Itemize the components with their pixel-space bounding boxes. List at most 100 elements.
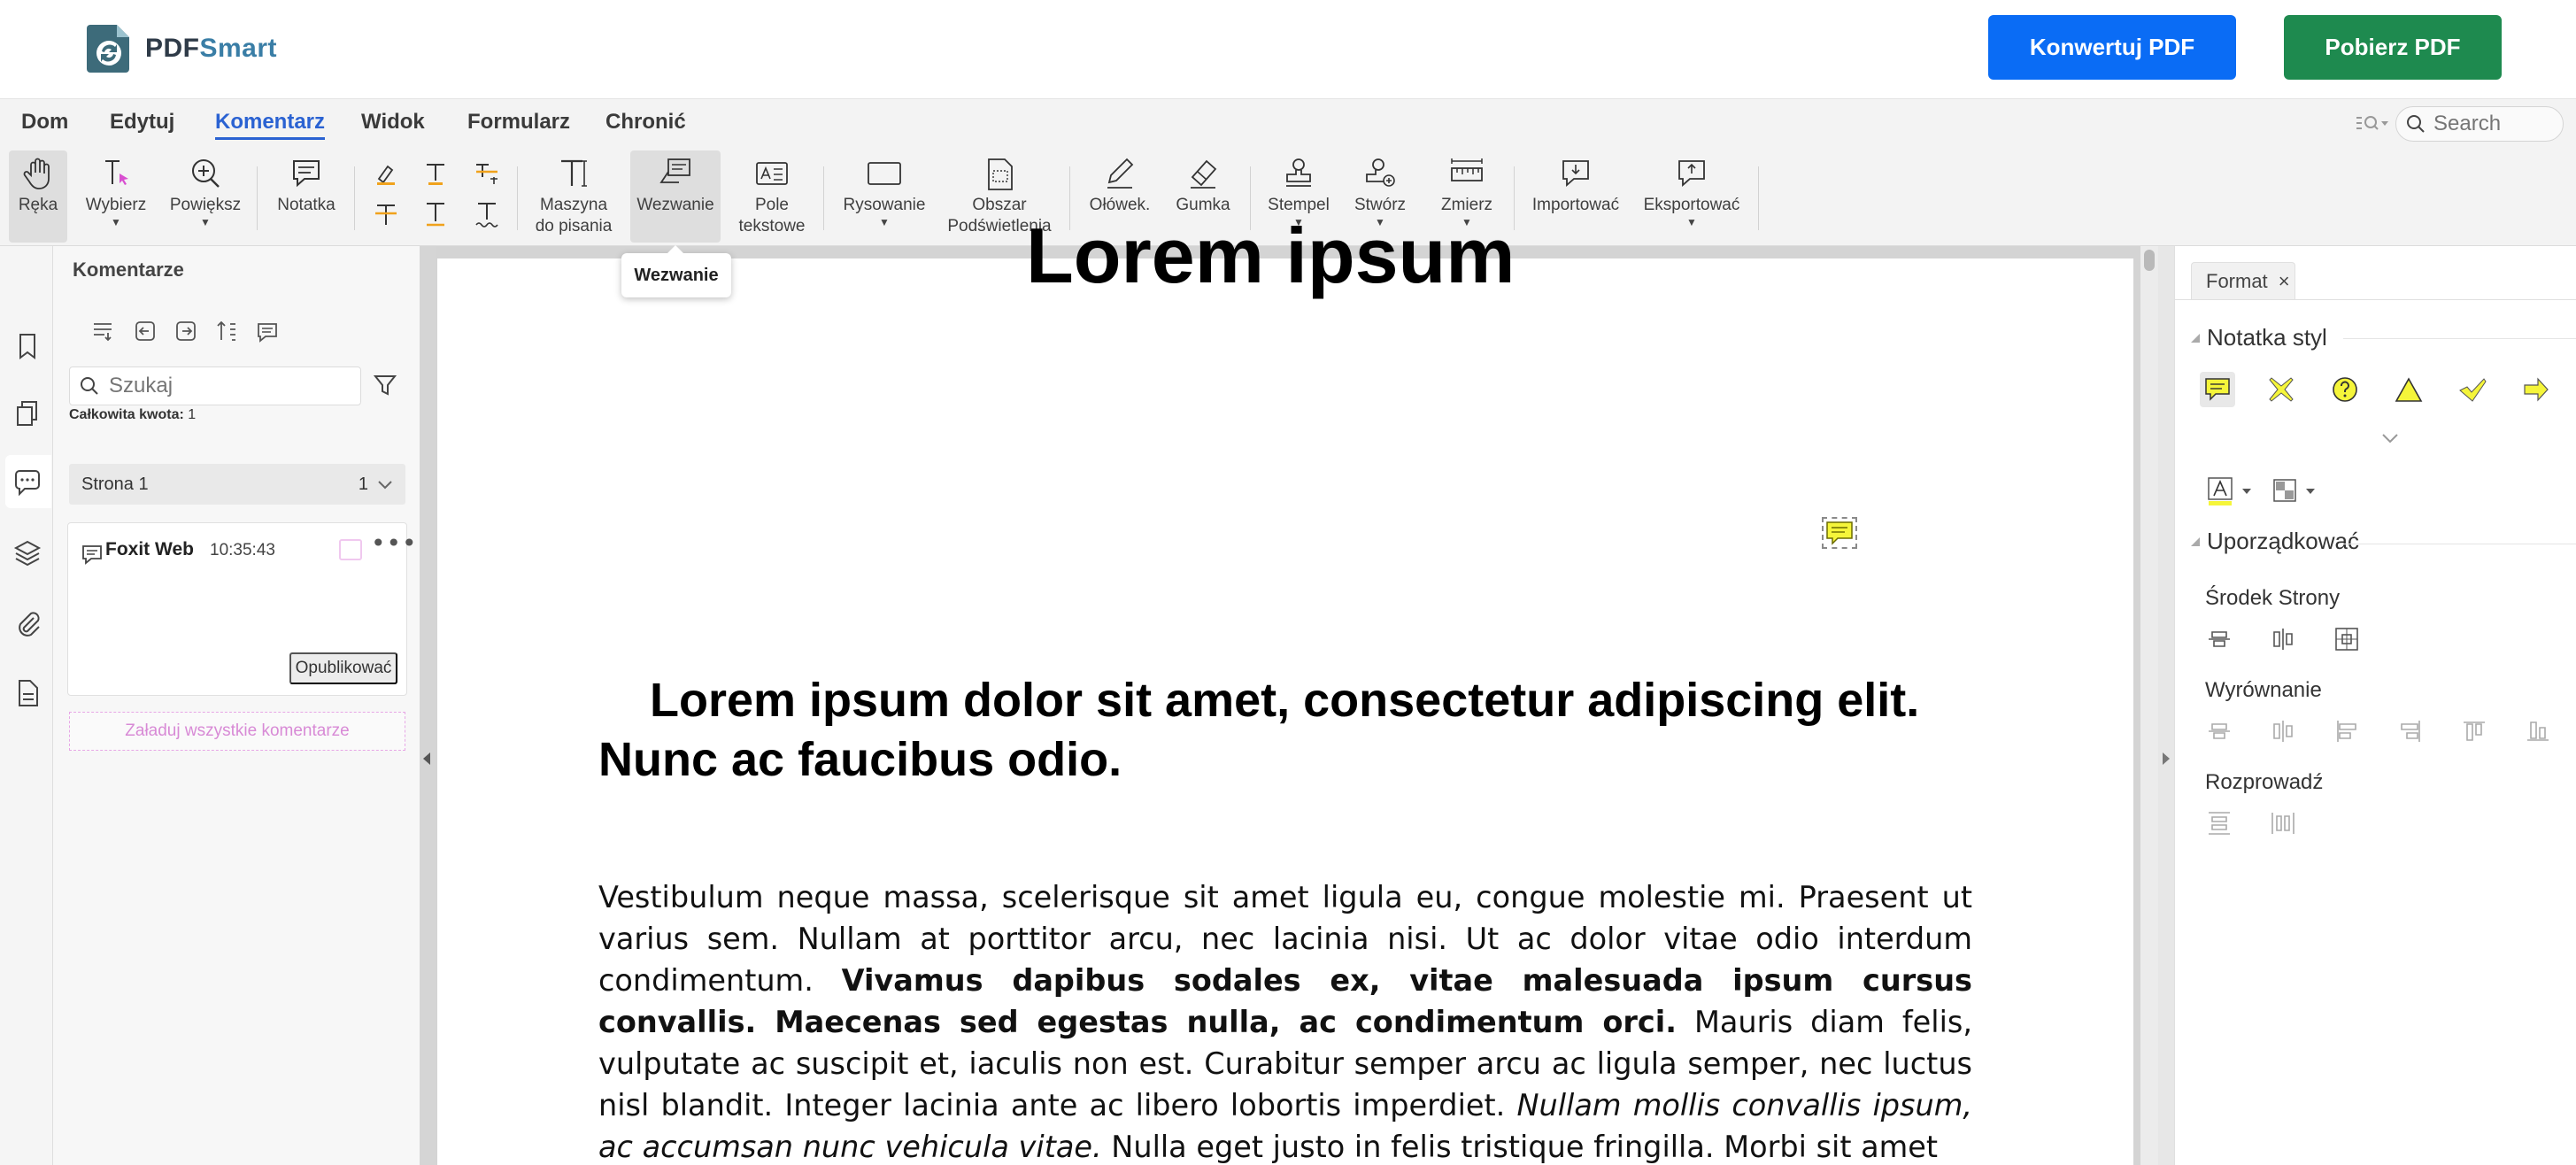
- toolbar-divider: [823, 166, 824, 230]
- toolbar-divider: [257, 166, 258, 230]
- area-highlight-icon: [988, 158, 1013, 190]
- convert-pdf-button[interactable]: Konwertuj PDF: [1988, 15, 2236, 80]
- next-comment-icon[interactable]: [174, 319, 198, 343]
- comments-icon[interactable]: [12, 467, 42, 498]
- publish-button[interactable]: Opublikować: [289, 652, 397, 684]
- tab-edytuj[interactable]: Edytuj: [110, 110, 174, 135]
- center-horizontal-icon[interactable]: [2205, 625, 2233, 653]
- note-comment-icon: [82, 545, 102, 565]
- document-info-icon[interactable]: [12, 678, 42, 708]
- tool-typewriter[interactable]: Maszyna do pisania: [528, 150, 620, 243]
- align-center-vertical-icon: [2273, 721, 2293, 742]
- comment-time: 10:35:43: [210, 541, 275, 559]
- tab-chronic[interactable]: Chronić: [605, 110, 686, 135]
- collapse-all-icon[interactable]: [90, 319, 115, 343]
- expand-styles-icon[interactable]: [2380, 432, 2400, 444]
- sort-icon[interactable]: [214, 319, 239, 343]
- tab-dom[interactable]: Dom: [21, 110, 68, 135]
- pencil-icon: [1107, 158, 1134, 189]
- tool-callout[interactable]: Wezwanie: [630, 150, 721, 243]
- note-style-section-title[interactable]: Notatka styl: [2191, 324, 2327, 351]
- bookmark-icon[interactable]: [12, 331, 42, 361]
- search-mode-icon[interactable]: [2355, 113, 2390, 133]
- comment-search[interactable]: [69, 366, 361, 405]
- arrange-section-title[interactable]: Uporządkować: [2191, 528, 2359, 555]
- document-scrollbar[interactable]: [2140, 246, 2158, 1165]
- document-heading: Lorem ipsum dolor sit amet, consectetur …: [598, 674, 1920, 786]
- collapse-left-icon[interactable]: [423, 752, 430, 765]
- cross-style-icon: [2269, 377, 2294, 402]
- text-color-icon[interactable]: [2207, 476, 2260, 508]
- insert-text-icon[interactable]: [421, 159, 450, 188]
- import-icon: [1562, 160, 1589, 187]
- highlight-icon[interactable]: [372, 159, 400, 188]
- toolbar-divider: [1758, 166, 1759, 230]
- pages-icon[interactable]: [12, 398, 42, 428]
- previous-comment-icon[interactable]: [133, 319, 158, 343]
- tool-export[interactable]: Eksportować ▼: [1634, 150, 1749, 243]
- arrow-style-icon: [2524, 377, 2549, 402]
- left-panel-splitter[interactable]: [420, 246, 436, 1165]
- page-group-header[interactable]: Strona 1 1: [69, 464, 405, 505]
- tab-formularz[interactable]: Formularz: [467, 110, 570, 135]
- format-tab[interactable]: Format ×: [2191, 262, 2295, 299]
- toolbar-divider: [354, 166, 355, 230]
- global-search[interactable]: [2395, 106, 2564, 142]
- align-top-icon: [2464, 721, 2485, 741]
- callout-tooltip: Wezwanie: [621, 245, 731, 297]
- eraser-icon: [1191, 159, 1217, 189]
- note-style-cross[interactable]: [2264, 372, 2299, 407]
- more-options-icon[interactable]: •••: [371, 528, 418, 558]
- tool-import[interactable]: Importować: [1523, 150, 1629, 243]
- right-panel-splitter[interactable]: [2158, 246, 2174, 1165]
- note-style-check[interactable]: [2455, 372, 2490, 407]
- center-both-icon[interactable]: [2333, 625, 2361, 653]
- attachment-icon[interactable]: [12, 609, 42, 639]
- global-search-input[interactable]: [2433, 112, 2549, 136]
- stamp-icon: [1286, 158, 1311, 187]
- note-style-arrow[interactable]: [2518, 372, 2554, 407]
- opacity-icon[interactable]: [2272, 476, 2325, 508]
- align-label: Wyrównanie: [2205, 678, 2322, 702]
- tool-drawing[interactable]: Rysowanie ▼: [836, 150, 933, 243]
- triangle-style-icon: [2395, 377, 2423, 402]
- strikeout-icon[interactable]: [372, 200, 400, 228]
- load-all-comments-button[interactable]: Załaduj wszystkie komentarze: [69, 712, 405, 751]
- tool-note[interactable]: Notatka: [271, 150, 342, 243]
- export-icon: [1678, 160, 1705, 187]
- scrollbar-thumb[interactable]: [2144, 250, 2155, 271]
- align-center-horizontal-icon: [2209, 723, 2230, 739]
- close-icon[interactable]: ×: [2279, 270, 2290, 293]
- tool-zoom[interactable]: Powiększ ▼: [166, 150, 244, 243]
- tool-textbox[interactable]: Pole tekstowe: [731, 150, 813, 243]
- note-annotation[interactable]: [1822, 517, 1857, 549]
- toolbar-divider: [517, 166, 518, 230]
- tool-hand[interactable]: Ręka: [9, 150, 67, 243]
- pdfsmart-logo[interactable]: PDFSmart: [85, 23, 277, 74]
- tool-select[interactable]: Wybierz ▼: [81, 150, 150, 243]
- layers-icon[interactable]: [12, 538, 42, 568]
- filter-icon[interactable]: [372, 372, 398, 398]
- page-group-label: Strona 1: [81, 474, 149, 494]
- zoom-icon: [192, 159, 220, 188]
- note-style-comment[interactable]: [2200, 372, 2235, 407]
- chevron-down-icon: ▼: [200, 216, 211, 228]
- comment-list-icon[interactable]: [255, 319, 280, 343]
- replace-text-icon[interactable]: [473, 159, 501, 188]
- squiggly-icon[interactable]: [473, 200, 501, 228]
- note-style-help[interactable]: [2327, 372, 2363, 407]
- comment-search-input[interactable]: [109, 374, 348, 398]
- comment-card[interactable]: Foxit Web 10:35:43 ••• Opublikować: [67, 522, 417, 696]
- tab-widok[interactable]: Widok: [361, 110, 425, 135]
- note-style-triangle[interactable]: [2391, 372, 2426, 407]
- center-vertical-icon[interactable]: [2269, 625, 2297, 653]
- search-icon: [81, 377, 98, 395]
- underline-icon[interactable]: [421, 200, 450, 228]
- comment-color-swatch[interactable]: [339, 539, 362, 560]
- format-panel: Format × Notatka styl Uporządkować Środe…: [2174, 246, 2576, 1165]
- tab-komentarz[interactable]: Komentarz: [215, 110, 326, 140]
- collapse-right-icon[interactable]: [2163, 752, 2170, 765]
- hand-icon: [23, 158, 50, 189]
- distribute-vertical-icon: [2209, 812, 2230, 835]
- download-pdf-button[interactable]: Pobierz PDF: [2284, 15, 2502, 80]
